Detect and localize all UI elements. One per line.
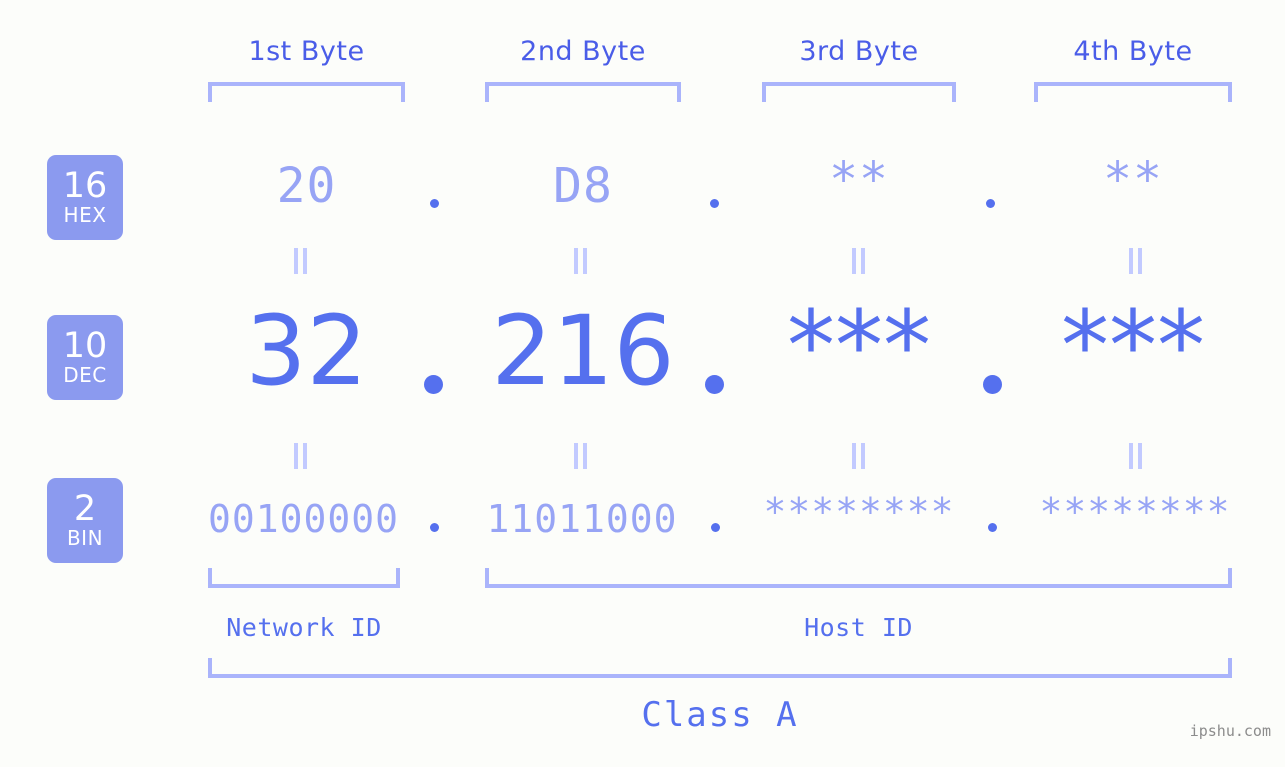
byte-bracket-2: [485, 82, 681, 102]
base-badge-bin: 2 BIN: [47, 478, 123, 563]
hex-byte-4-value: **: [1103, 152, 1163, 208]
dec-byte-3-value: ***: [787, 290, 931, 402]
equals-mark-hexdec-3: [849, 248, 867, 274]
bin-separator-dot-1: [430, 523, 439, 532]
byte-bracket-3: [762, 82, 956, 102]
base-badge-hex: 16 HEX: [47, 155, 123, 240]
base-badge-dec-name: DEC: [63, 362, 107, 387]
base-badge-bin-name: BIN: [66, 525, 104, 550]
equals-mark-hexdec-1: [291, 248, 309, 274]
dec-byte-4-value: ***: [1061, 290, 1205, 402]
byte-bracket-4: [1034, 82, 1232, 102]
byte-header-4: 4th Byte: [1073, 36, 1193, 67]
byte-header-2: 2nd Byte: [520, 36, 646, 67]
bin-byte-3-value: ********: [763, 490, 955, 534]
equals-mark-decbin-4: [1126, 443, 1144, 469]
network-id-label: Network ID: [226, 613, 382, 642]
equals-mark-hexdec-4: [1126, 248, 1144, 274]
equals-mark-decbin-1: [291, 443, 309, 469]
byte-header-1: 1st Byte: [248, 36, 365, 67]
equals-mark-decbin-3: [849, 443, 867, 469]
class-bracket: [208, 658, 1232, 678]
bin-byte-1-value: 00100000: [207, 497, 400, 541]
byte-header-3: 3rd Byte: [799, 36, 919, 67]
site-watermark: ipshu.com: [1189, 722, 1271, 740]
network-id-bracket: [208, 568, 400, 588]
dec-separator-dot-1: [424, 375, 443, 394]
host-id-bracket: [485, 568, 1232, 588]
equals-mark-decbin-2: [571, 443, 589, 469]
equals-mark-hexdec-2: [571, 248, 589, 274]
bin-separator-dot-2: [711, 523, 720, 532]
bin-separator-dot-3: [988, 523, 997, 532]
host-id-label: Host ID: [804, 613, 913, 642]
hex-separator-dot-2: [710, 199, 719, 208]
base-badge-dec-number: 10: [62, 325, 108, 366]
byte-bracket-1: [208, 82, 405, 102]
class-label: Class A: [641, 695, 799, 735]
base-badge-hex-number: 16: [62, 165, 108, 206]
dec-byte-2-value: 216: [491, 295, 675, 407]
bin-byte-2-value: 11011000: [486, 497, 678, 541]
base-badge-bin-number: 2: [73, 488, 97, 529]
hex-byte-1-value: 20: [276, 158, 337, 214]
base-badge-dec: 10 DEC: [47, 315, 123, 400]
base-badge-hex-name: HEX: [63, 202, 107, 227]
dec-separator-dot-2: [705, 375, 724, 394]
hex-byte-3-value: **: [829, 152, 889, 208]
hex-byte-2-value: D8: [553, 158, 613, 214]
ip-breakdown-diagram: 1st Byte 2nd Byte 3rd Byte 4th Byte 16 H…: [0, 0, 1285, 767]
dec-separator-dot-3: [983, 375, 1002, 394]
hex-separator-dot-3: [986, 199, 995, 208]
dec-byte-1-value: 32: [245, 295, 368, 407]
hex-separator-dot-1: [430, 199, 439, 208]
bin-byte-4-value: ********: [1039, 490, 1231, 534]
